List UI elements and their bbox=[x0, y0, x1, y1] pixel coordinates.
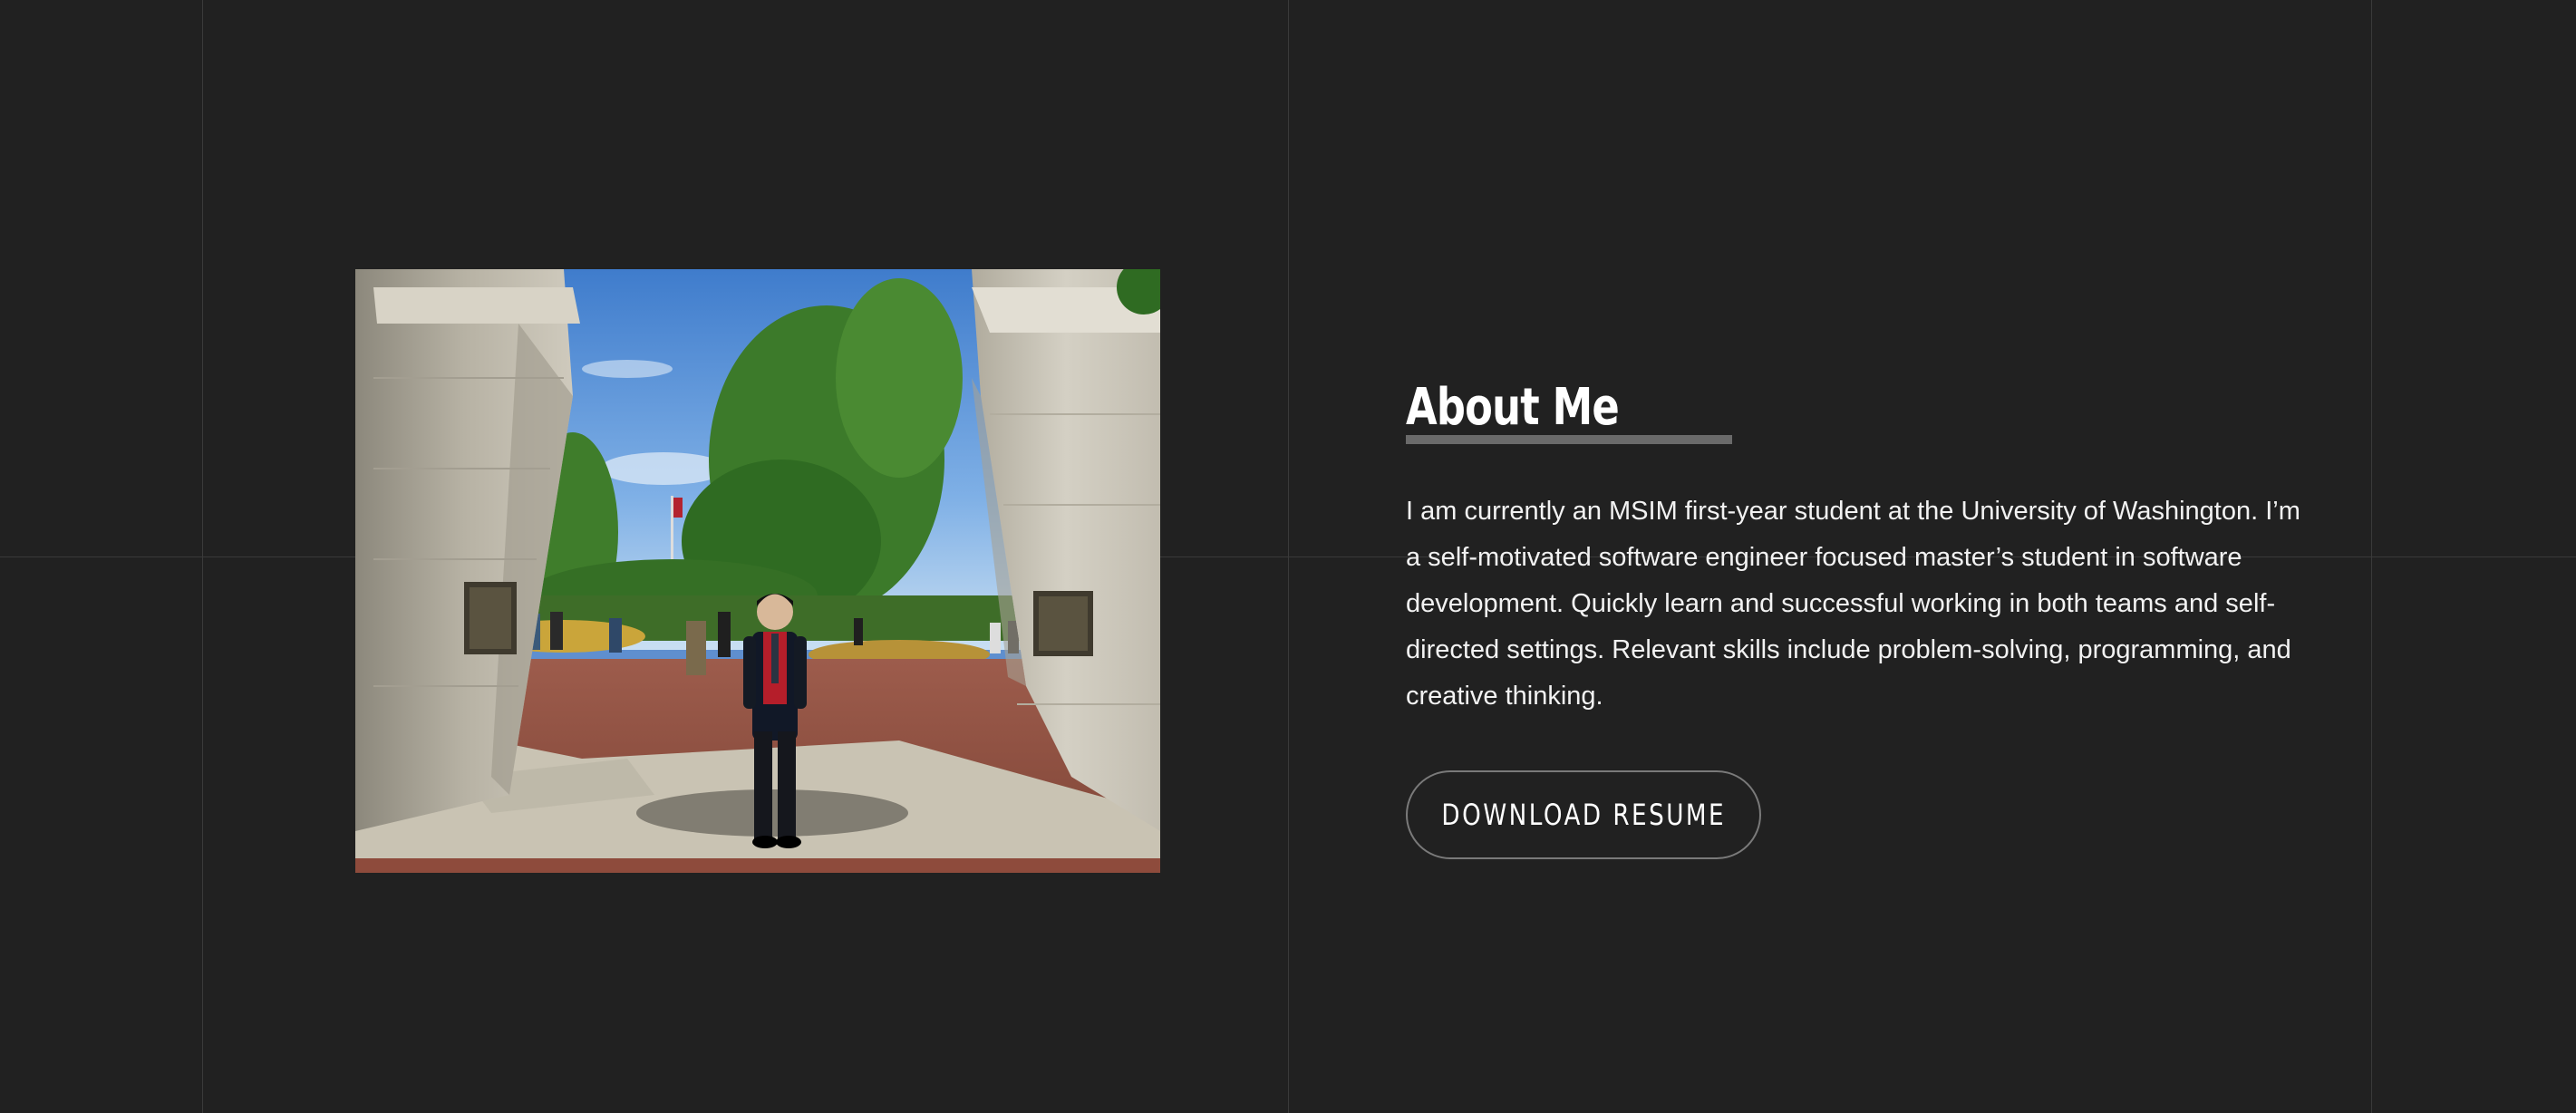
download-resume-label: DOWNLOAD RESUME bbox=[1441, 798, 1726, 832]
about-section: About Me I am currently an MSIM first-ye… bbox=[1406, 372, 2330, 859]
profile-photo bbox=[355, 269, 1160, 873]
section-title-wrapper: About Me bbox=[1406, 372, 1732, 444]
section-title: About Me bbox=[1406, 378, 1620, 437]
about-bio: I am currently an MSIM first-year studen… bbox=[1406, 497, 2300, 711]
download-resume-button[interactable]: DOWNLOAD RESUME bbox=[1406, 770, 1761, 859]
